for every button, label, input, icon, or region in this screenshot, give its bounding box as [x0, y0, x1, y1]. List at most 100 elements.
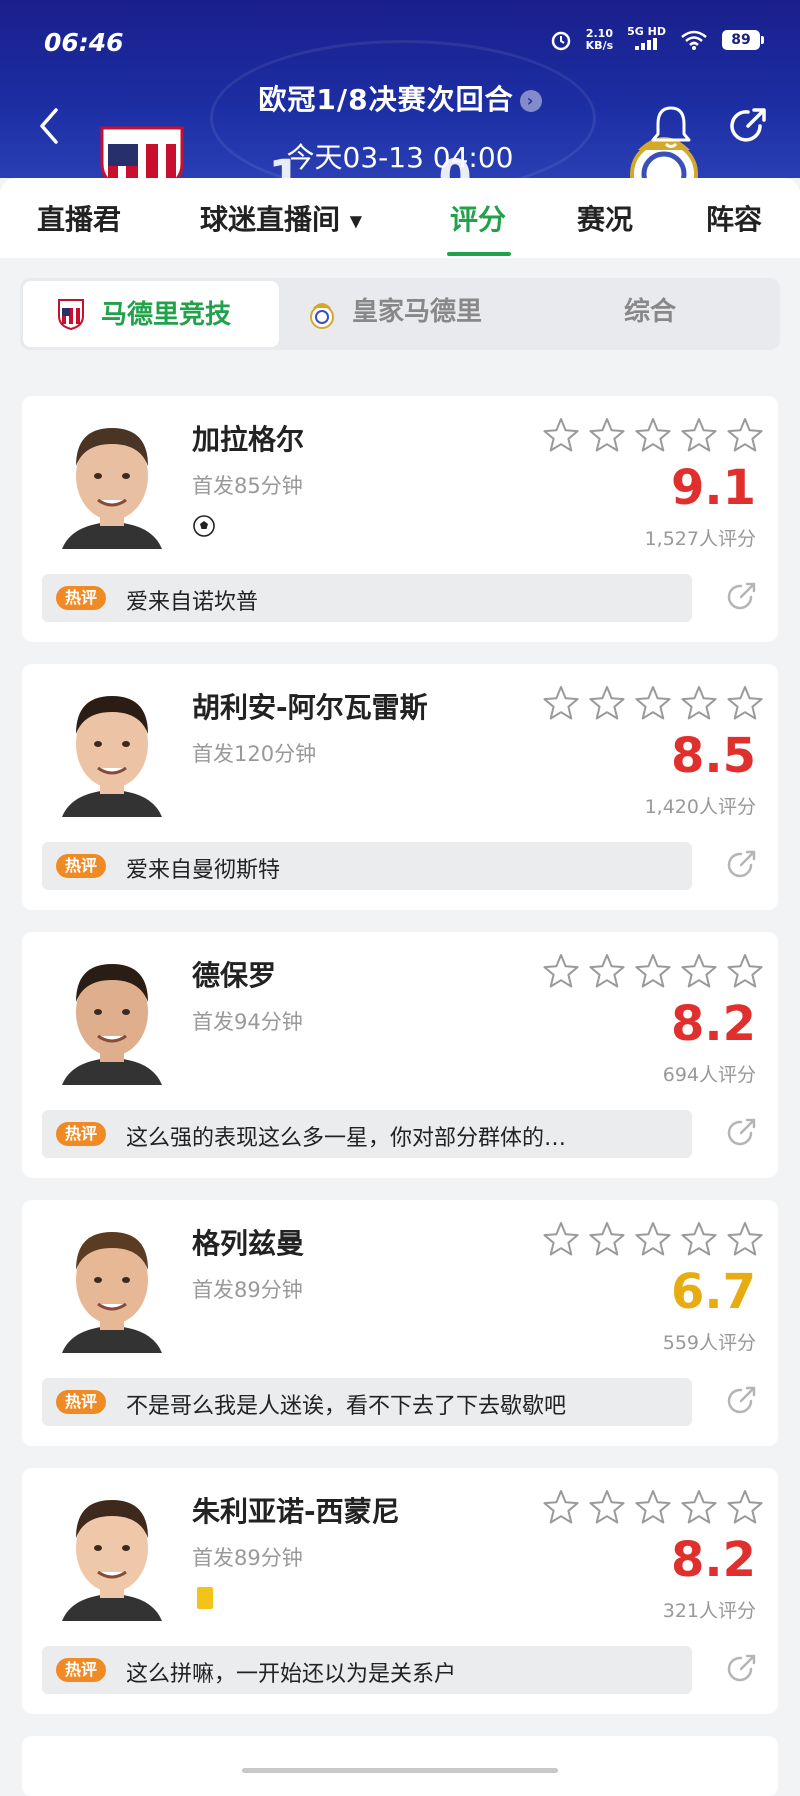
- player-card[interactable]: 朱利亚诺-西蒙尼 首发89分钟 8.2 321人评分 热评 这么拼嘛，一开始还以…: [22, 1468, 778, 1714]
- real-madrid-crest-icon: [310, 303, 334, 329]
- rater-count: 1,420人评分: [644, 796, 756, 818]
- player-rating: 9.1: [670, 460, 756, 516]
- star-icon[interactable]: [588, 1488, 626, 1528]
- player-card[interactable]: 格列兹曼 首发89分钟 6.7 559人评分 热评 不是哥么我是人迷诶，看不下去…: [22, 1200, 778, 1446]
- hot-comment-badge: 热评: [56, 1122, 106, 1146]
- star-icon[interactable]: [634, 684, 672, 724]
- star-icon[interactable]: [726, 684, 764, 724]
- hot-comment[interactable]: 热评 不是哥么我是人迷诶，看不下去了下去歇歇吧: [42, 1378, 692, 1426]
- scroll-indicator: [242, 1768, 558, 1773]
- hot-comment-badge: 热评: [56, 1390, 106, 1414]
- network-speed: 2.10 KB/s: [585, 26, 613, 52]
- chevron-right-icon: ›: [519, 90, 542, 112]
- rating-stars[interactable]: [542, 1488, 764, 1528]
- star-icon[interactable]: [680, 1220, 718, 1260]
- player-avatar: [62, 964, 162, 1085]
- rating-stars[interactable]: [542, 1220, 764, 1260]
- hot-comment[interactable]: 热评 这么强的表现这么多一星，你对部分群体的…: [42, 1110, 692, 1158]
- hot-comment-text: 这么强的表现这么多一星，你对部分群体的…: [126, 1126, 567, 1151]
- hot-comment[interactable]: 热评 爱来自诺坎普: [42, 574, 692, 622]
- star-icon[interactable]: [680, 952, 718, 992]
- caret-down-icon: ▼: [349, 211, 363, 231]
- player-card[interactable]: 德保罗 首发94分钟 8.2 694人评分 热评 这么强的表现这么多一星，你对部…: [22, 932, 778, 1178]
- hot-comment[interactable]: 热评 这么拼嘛，一开始还以为是关系户: [42, 1646, 692, 1694]
- rater-count: 694人评分: [662, 1064, 756, 1086]
- player-name: 胡利安-阿尔瓦雷斯: [192, 691, 428, 724]
- yellow-card-icon: [197, 1587, 213, 1609]
- share-icon[interactable]: [724, 580, 758, 614]
- hot-comment-text: 爱来自诺坎普: [126, 590, 259, 615]
- hot-comment[interactable]: 热评 爱来自曼彻斯特: [42, 842, 692, 890]
- rater-count: 1,527人评分: [644, 528, 756, 550]
- rating-stars[interactable]: [542, 416, 764, 456]
- player-avatar: [62, 428, 162, 549]
- rater-count: 321人评分: [662, 1600, 756, 1622]
- match-title-text: 欧冠1/8决赛次回合: [258, 83, 514, 116]
- hot-comment-badge: 热评: [56, 586, 106, 610]
- star-icon[interactable]: [588, 1220, 626, 1260]
- share-icon[interactable]: [726, 104, 770, 148]
- player-minutes: 首发89分钟: [192, 1546, 303, 1570]
- player-minutes: 首发85分钟: [192, 474, 303, 498]
- tab-lineup[interactable]: 阵容: [706, 198, 762, 238]
- team-home-tab[interactable]: 马德里竞技: [23, 281, 279, 347]
- player-card[interactable]: 胡利安-阿尔瓦雷斯 首发120分钟 8.5 1,420人评分 热评 爱来自曼彻斯…: [22, 664, 778, 910]
- hot-comment-text: 不是哥么我是人迷诶，看不下去了下去歇歇吧: [126, 1394, 567, 1419]
- speed-value: 2.10: [585, 26, 613, 40]
- tab-fan-room[interactable]: 球迷直播间 ▼: [200, 198, 362, 238]
- status-bar: 06:46 2.10 KB/s 5G HD 89: [0, 0, 800, 80]
- star-icon[interactable]: [680, 1488, 718, 1528]
- star-icon[interactable]: [634, 1488, 672, 1528]
- atletico-crest-icon: [58, 299, 84, 330]
- team-away-label: 皇家马德里: [352, 297, 483, 327]
- player-minutes: 首发120分钟: [192, 742, 317, 766]
- player-rating: 6.7: [670, 1264, 756, 1320]
- match-header: 1 0 06:46 2.10 KB/s 5G HD 89 欧冠1/8决赛次回合 …: [0, 0, 800, 178]
- star-icon[interactable]: [726, 1488, 764, 1528]
- star-icon[interactable]: [680, 684, 718, 724]
- player-name: 朱利亚诺-西蒙尼: [192, 1495, 400, 1528]
- star-icon[interactable]: [726, 952, 764, 992]
- star-icon[interactable]: [680, 416, 718, 456]
- hot-comment-badge: 热评: [56, 854, 106, 878]
- star-icon[interactable]: [634, 416, 672, 456]
- star-icon[interactable]: [726, 1220, 764, 1260]
- star-icon[interactable]: [542, 684, 580, 724]
- team-overall-tab[interactable]: 综合: [624, 278, 676, 346]
- tab-bar: 直播君 球迷直播间 ▼ 评分 赛况 阵容: [0, 178, 800, 258]
- player-name: 德保罗: [192, 959, 277, 992]
- share-icon[interactable]: [724, 1652, 758, 1686]
- star-icon[interactable]: [542, 952, 580, 992]
- player-name: 加拉格尔: [192, 423, 305, 456]
- player-card-partial[interactable]: [22, 1736, 778, 1796]
- tab-ratings[interactable]: 评分: [450, 198, 506, 238]
- tab-match-status[interactable]: 赛况: [577, 198, 633, 238]
- star-icon[interactable]: [726, 416, 764, 456]
- player-rating: 8.2: [670, 996, 756, 1052]
- player-card[interactable]: 加拉格尔 首发85分钟 9.1 1,527人评分 热评 爱来自诺坎普: [22, 396, 778, 642]
- tab-fan-room-label: 球迷直播间: [200, 203, 341, 236]
- rating-stars[interactable]: [542, 684, 764, 724]
- star-icon[interactable]: [588, 416, 626, 456]
- share-icon[interactable]: [724, 1384, 758, 1418]
- player-name: 格列兹曼: [192, 1227, 305, 1260]
- tab-live-host[interactable]: 直播君: [37, 198, 121, 238]
- star-icon[interactable]: [542, 416, 580, 456]
- player-rating: 8.2: [670, 1532, 756, 1588]
- team-switch: 马德里竞技 皇家马德里 综合: [20, 278, 780, 350]
- star-icon[interactable]: [634, 952, 672, 992]
- star-icon[interactable]: [588, 684, 626, 724]
- star-icon[interactable]: [588, 952, 626, 992]
- alarm-icon: [551, 31, 570, 50]
- rating-stars[interactable]: [542, 952, 764, 992]
- bell-icon[interactable]: [648, 102, 694, 150]
- share-icon[interactable]: [724, 848, 758, 882]
- star-icon[interactable]: [542, 1488, 580, 1528]
- player-rating: 8.5: [670, 728, 756, 784]
- rater-count: 559人评分: [662, 1332, 756, 1354]
- player-minutes: 首发89分钟: [192, 1278, 303, 1302]
- active-tab-indicator: [447, 252, 511, 256]
- star-icon[interactable]: [634, 1220, 672, 1260]
- share-icon[interactable]: [724, 1116, 758, 1150]
- star-icon[interactable]: [542, 1220, 580, 1260]
